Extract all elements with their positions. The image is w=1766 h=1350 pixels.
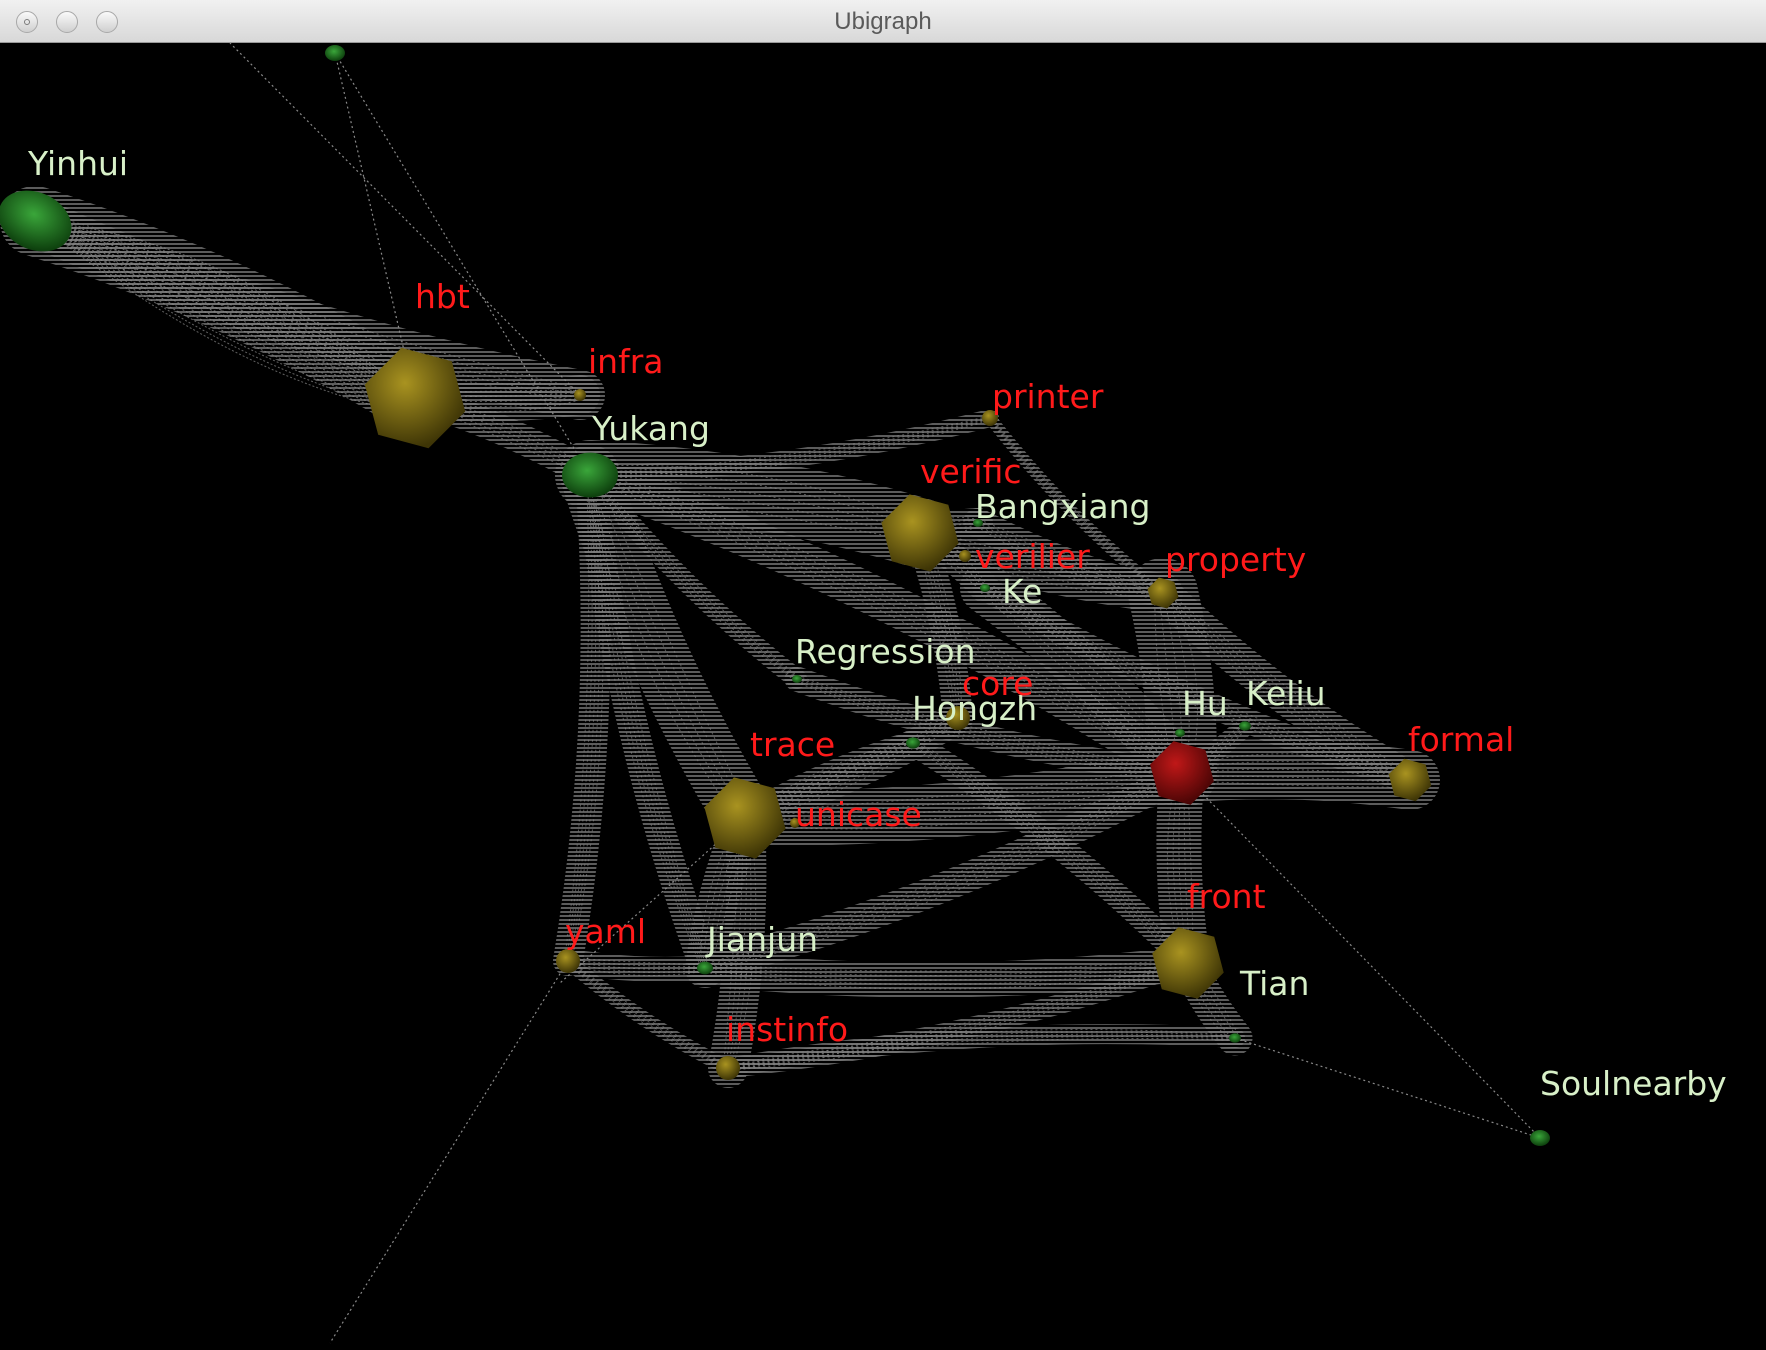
node-label-unicase: unicase [795, 795, 922, 834]
node-label-core: core [962, 664, 1033, 703]
node-label-hu: Hu [1182, 684, 1228, 723]
graph-canvas[interactable]: Yinhui Yukang Bangxiang Ke Regression Hongzh H… [0, 43, 1766, 1350]
edge-line [1234, 1037, 1541, 1139]
node-label-yukang: Yukang [591, 409, 710, 448]
node-label-yinhui: Yinhui [27, 144, 128, 183]
node-label-trace: trace [750, 725, 835, 764]
edge-bundle [1152, 739, 1440, 810]
node-yukang[interactable] [562, 452, 618, 498]
node-label-instinfo: instinfo [726, 1010, 848, 1049]
graph-svg[interactable]: YinhuiYukangBangxiangKeRegressionHongzh H… [0, 43, 1766, 1350]
node-instinfo[interactable] [716, 1056, 740, 1080]
node-label-regression: Regression [795, 632, 976, 671]
title-bar[interactable]: Ubigraph [0, 0, 1766, 43]
node-yaml[interactable] [556, 949, 580, 973]
node-label-soulnearby: Soulnearby [1540, 1064, 1727, 1103]
edge-line [329, 960, 569, 1344]
node-regression[interactable] [792, 675, 802, 683]
node-label-formal: formal [1408, 720, 1514, 759]
node-keliu[interactable] [1239, 721, 1251, 731]
node-hongzh[interactable] [906, 737, 920, 749]
node-ke[interactable] [980, 584, 990, 592]
node-label-jianjun: Jianjun [705, 920, 818, 959]
node-label-front: front [1187, 877, 1266, 916]
node-label-infra: infra [588, 342, 664, 381]
node-label-keliu: Keliu [1246, 674, 1326, 713]
node-soulnearby[interactable] [1530, 1130, 1550, 1146]
node-top[interactable] [325, 45, 345, 61]
node-label-yaml: yaml [565, 912, 646, 951]
edge-line [1181, 772, 1541, 1139]
node-label-verific: verific [920, 452, 1022, 491]
node-label-printer: printer [992, 377, 1104, 416]
node-verilier[interactable] [959, 550, 971, 562]
node-label-tian: Tian [1239, 964, 1309, 1003]
node-label-property: property [1165, 540, 1306, 579]
node-label-hbt: hbt [415, 277, 470, 316]
node-tian[interactable] [1229, 1033, 1241, 1043]
window-title: Ubigraph [834, 8, 932, 35]
node-jianjun[interactable] [697, 961, 713, 975]
node-label-ke: Ke [1002, 572, 1042, 611]
node-label-verilier: verilier [975, 537, 1090, 576]
ubigraph-window: Ubigraph Yinhui Yukang Bangxiang Ke Regr… [0, 0, 1766, 1350]
node-infra[interactable] [574, 389, 586, 401]
node-hu[interactable] [1175, 729, 1185, 737]
node-label-bangxiang: Bangxiang [975, 487, 1151, 526]
